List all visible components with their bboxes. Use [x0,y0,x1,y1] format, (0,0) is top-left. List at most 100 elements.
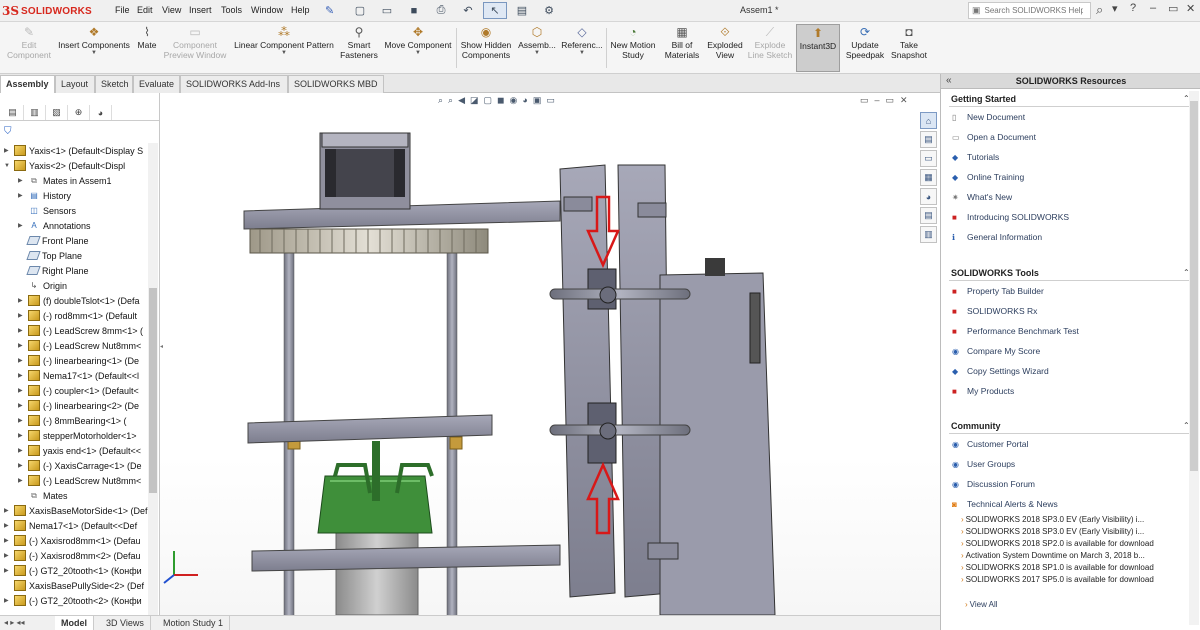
tree-item[interactable]: ▶ (-) linearbearing<1> (De [18,353,139,368]
chevron-down-icon[interactable]: ▼ [281,50,287,56]
custom-properties-icon[interactable]: ▤ [920,207,937,224]
expand-arrow-icon[interactable]: ▶ [18,387,26,394]
news-item[interactable]: › SOLIDWORKS 2018 SP2.0 is available for … [961,539,1154,548]
minimize-icon[interactable]: – [1150,2,1156,14]
tree-item[interactable]: ▶ Yaxis<1> (Default<Display S [4,143,143,158]
view-all-link[interactable]: › View All [965,600,998,609]
tree-item[interactable]: ▶ ⧉ Mates in Assem1 [18,173,112,188]
menu-window[interactable]: Window [251,5,283,15]
explode-line-sketch-button[interactable]: ⟋ Explode Line Sketch [747,24,793,72]
new-document-icon[interactable]: ▢ [348,2,372,19]
expand-arrow-icon[interactable]: ▶ [18,357,26,364]
expand-arrow-icon[interactable]: ▶ [18,342,26,349]
tools-link[interactable]: ◆ Copy Settings Wizard [952,364,1049,378]
tree-item[interactable]: ▶ ▤ History [18,188,71,203]
print-icon[interactable]: ⎙ [429,2,453,19]
community-link[interactable]: ◉ Discussion Forum [952,477,1035,491]
tools-link[interactable]: ◉ Compare My Score [952,344,1040,358]
community-link[interactable]: ◙ Technical Alerts & News [952,497,1058,511]
menu-help[interactable]: Help [291,5,310,15]
tab-motion-study-1[interactable]: Motion Study 1 [157,616,231,630]
news-item[interactable]: › SOLIDWORKS 2018 SP1.0 is available for … [961,563,1154,572]
chevron-down-icon[interactable]: ▼ [579,50,585,56]
tab-assembly[interactable]: Assembly [0,75,55,94]
menu-edit[interactable]: Edit [137,5,153,15]
expand-arrow-icon[interactable]: ▶ [18,462,26,469]
exploded-view-button[interactable]: ⟐ Exploded View [704,24,746,72]
getting-started-link[interactable]: ▯ New Document [952,110,1025,124]
instant3d-button[interactable]: ⬆ Instant3D [796,24,840,72]
expand-arrow-icon[interactable]: ▶ [4,552,12,559]
scroll-thumb[interactable] [149,288,157,493]
expand-arrow-icon[interactable]: ▶ [18,297,26,304]
tree-item[interactable]: ▶ (-) Xaxisrod8mm<1> (Defau [4,533,141,548]
tree-item[interactable]: ▶ (-) GT2_20tooth<2> (Конфи [4,593,142,608]
bill-of-materials-button[interactable]: ▦ Bill of Materials [662,24,702,72]
tree-item[interactable]: ▶ (-) GT2_20tooth<1> (Конфи [4,563,142,578]
save-icon[interactable]: ■ [402,2,426,19]
search-icon[interactable]: ⌕ [1096,2,1103,18]
pin-icon[interactable]: ✎ [325,4,334,17]
news-item[interactable]: › Activation System Downtime on March 3, … [961,551,1145,560]
tree-item[interactable]: Top Plane [18,248,82,263]
select-pointer-icon[interactable]: ↖ [483,2,507,19]
news-item[interactable]: › SOLIDWORKS 2018 SP3.0 EV (Early Visibil… [961,527,1144,536]
tree-item[interactable]: ▶ Nema17<1> (Default<<Def [4,518,137,533]
close-icon[interactable]: ✕ [1186,2,1195,15]
tree-item[interactable]: ▶ Nema17<1> (Default<<l [18,368,139,383]
component-preview-window-button[interactable]: ▭ Component Preview Window [162,24,228,72]
tree-item[interactable]: ▶ A Annotations [18,218,91,233]
expand-arrow-icon[interactable]: ▶ [4,147,12,154]
chevron-down-icon[interactable]: ▼ [534,50,540,56]
tree-item[interactable]: ▶ (-) Xaxisrod8mm<2> (Defau [4,548,141,563]
expand-arrow-icon[interactable]: ▶ [4,522,12,529]
appearances-icon[interactable]: ◕ [920,188,937,205]
assembly-features-button[interactable]: ⬡ Assemb... ▼ [517,24,557,72]
tree-item[interactable]: ▶ yaxis end<1> (Default<< [18,443,141,458]
file-explorer-icon[interactable]: ▭ [920,150,937,167]
tree-item[interactable]: Right Plane [18,263,89,278]
expand-arrow-icon[interactable]: ▶ [18,177,26,184]
solidworks-logo[interactable]: 3S SOLIDWORKS [2,3,100,19]
expand-arrow-icon[interactable]: ▶ [18,447,26,454]
tools-link[interactable]: ■ Performance Benchmark Test [952,324,1079,338]
expand-arrow-icon[interactable]: ▶ [18,417,26,424]
solidworks-forum-icon[interactable]: ▥ [920,226,937,243]
view-palette-icon[interactable]: ▦ [920,169,937,186]
tree-item[interactable]: Front Plane [18,233,89,248]
dimxpert-icon[interactable]: ⊕ [68,105,90,120]
update-speedpak-button[interactable]: ⟳ Update Speedpak [844,24,886,72]
open-folder-icon[interactable]: ▭ [375,2,399,19]
smart-fasteners-button[interactable]: ⚲ Smart Fasteners [339,24,379,72]
expand-arrow-icon[interactable]: ▶ [4,537,12,544]
feature-tree-icon[interactable]: ▤ [2,105,24,120]
help-question-icon[interactable]: ? [1130,2,1136,14]
rebuild-icon[interactable]: ▤ [510,2,534,19]
menu-view[interactable]: View [162,5,181,15]
chevron-down-icon[interactable]: ▼ [415,50,421,56]
configuration-manager-icon[interactable]: ▧ [46,105,68,120]
design-library-icon[interactable]: ▤ [920,131,937,148]
tools-link[interactable]: ■ My Products [952,384,1014,398]
restore-icon[interactable]: ▭ [1168,2,1178,15]
menu-insert[interactable]: Insert [189,5,212,15]
take-snapshot-button[interactable]: ◘ Take Snapshot [889,24,929,72]
tab-sketch[interactable]: Sketch [95,75,133,93]
tree-item[interactable]: ⧉ Mates [18,488,67,503]
getting-started-link[interactable]: ◆ Tutorials [952,150,999,164]
tree-item[interactable]: ▶ (f) doubleTslot<1> (Defa [18,293,140,308]
expand-arrow-icon[interactable]: ▶ [18,402,26,409]
tree-item[interactable]: ▶ (-) LeadScrew Nut8mm< [18,473,141,488]
insert-components-button[interactable]: ❖ Insert Components ▼ [55,24,133,72]
tab-3d-views[interactable]: 3D Views [100,616,151,630]
expand-arrow-icon[interactable]: ▶ [4,597,12,604]
tab-solidworks-add-ins[interactable]: SOLIDWORKS Add-Ins [180,75,288,93]
expand-arrow-icon[interactable]: ▶ [18,192,26,199]
expand-arrow-icon[interactable]: ▶ [4,567,12,574]
getting-started-link[interactable]: ✷ What's New [952,190,1012,204]
edit-component-button[interactable]: ✎ Edit Component [6,24,52,72]
show-hidden-components-button[interactable]: ◉ Show Hidden Components [458,24,514,72]
tab-solidworks-mbd[interactable]: SOLIDWORKS MBD [288,75,384,93]
property-manager-icon[interactable]: ▥ [24,105,46,120]
getting-started-link[interactable]: ■ Introducing SOLIDWORKS [952,210,1069,224]
